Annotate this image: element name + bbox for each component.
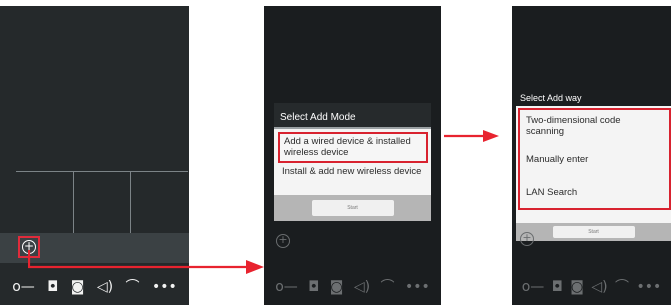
more-icon[interactable]: ••• (152, 280, 177, 294)
video-grid (16, 171, 188, 233)
arrow-to-add-mode (28, 250, 264, 274)
record-icon: ◙ (570, 279, 584, 295)
start-button[interactable]: Start (311, 200, 394, 216)
phone-screen-add-mode: Select Add Mode Add a wired device & ins… (264, 6, 441, 305)
select-add-way-dialog: Select Add way Two-dimensional code scan… (516, 90, 671, 241)
camera-icon: ◘ (308, 279, 320, 295)
speaker-icon: ◁) (591, 279, 608, 295)
option-lan-search[interactable]: LAN Search (526, 187, 646, 198)
option-qr-code-scanning[interactable]: Two-dimensional code scanning (526, 115, 646, 137)
key-icon[interactable]: o— (12, 280, 35, 294)
phone-screen-add-way: Select Add way Two-dimensional code scan… (512, 6, 671, 305)
option-manually-enter[interactable]: Manually enter (526, 154, 646, 165)
more-icon: ••• (404, 279, 430, 295)
bottom-toolbar: o— ◘ ◙ ◁) ⌒ ••• (512, 269, 671, 305)
record-icon: ◙ (329, 279, 344, 295)
more-icon: ••• (636, 279, 662, 295)
key-icon: o— (275, 279, 298, 295)
camera-icon: ◘ (551, 279, 563, 295)
dialog-footer: Start (516, 223, 671, 241)
arrow-to-add-way (444, 130, 499, 142)
video-cell[interactable] (16, 172, 74, 233)
video-cell[interactable] (74, 172, 132, 233)
option-install-new-wireless[interactable]: Install & add new wireless device (282, 166, 422, 177)
option-add-wired-device[interactable]: Add a wired device & installed wireless … (278, 132, 428, 163)
start-button[interactable]: Start (552, 226, 635, 238)
bottom-toolbar: o— ◘ ◙ ◁) ⌒ ••• (264, 269, 441, 305)
plus-circle-icon: + (520, 232, 534, 246)
key-icon: o— (521, 279, 545, 295)
plus-circle-icon: + (276, 234, 290, 248)
speaker-icon: ◁) (353, 279, 371, 295)
select-add-mode-dialog: Select Add Mode Add a wired device & ins… (274, 103, 431, 221)
call-icon: ⌒ (380, 279, 395, 295)
dialog-footer: Start (274, 195, 431, 221)
call-icon[interactable]: ⌒ (126, 280, 140, 294)
dialog-title: Select Add way (516, 90, 671, 106)
call-icon: ⌒ (615, 279, 630, 295)
camera-icon[interactable]: ◘ (47, 280, 58, 294)
dialog-title: Select Add Mode (274, 103, 431, 129)
video-cell[interactable] (131, 172, 188, 233)
record-icon[interactable]: ◙ (71, 280, 85, 294)
speaker-icon[interactable]: ◁) (97, 280, 113, 294)
